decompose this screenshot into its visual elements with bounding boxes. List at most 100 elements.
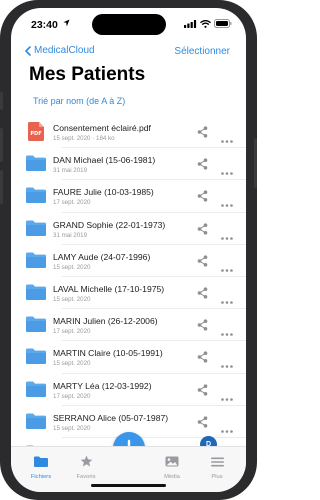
folder-icon-wrap: [26, 348, 46, 369]
share-button[interactable]: [197, 383, 208, 401]
item-meta: 31 mai 2019: [53, 231, 88, 239]
folder-icon: [26, 284, 46, 300]
file-list: PDF Consentement éclairé.pdf 15 sept. 2020…: [11, 116, 246, 471]
folder-icon-wrap: [26, 316, 46, 337]
menu-icon: [210, 457, 224, 467]
share-icon: [197, 190, 208, 202]
share-icon: [197, 287, 208, 299]
share-button[interactable]: [197, 189, 208, 207]
share-icon: [197, 158, 208, 170]
folder-icon: [26, 316, 46, 333]
item-name: LAMY Aude (24-07-1996): [53, 251, 151, 262]
folder-icon-wrap: [26, 155, 46, 176]
more-button[interactable]: [221, 355, 233, 373]
more-dots-icon: [221, 333, 233, 336]
tab-favorites[interactable]: Favoris: [66, 454, 106, 480]
share-icon: [197, 126, 208, 138]
item-meta: 17 sept. 2020: [53, 328, 91, 336]
share-button[interactable]: [197, 286, 208, 304]
folder-icon-wrap: [26, 252, 46, 273]
folder-row[interactable]: MARIN Julien (26-12-2006) 17 sept. 2020: [11, 309, 246, 342]
volume-down-button: [0, 170, 3, 204]
dynamic-island: [92, 14, 166, 35]
folder-row[interactable]: FAURE Julie (10-03-1985) 17 sept. 2020: [11, 180, 246, 213]
folder-icon: [26, 252, 46, 268]
power-button: [254, 138, 257, 188]
folder-row[interactable]: LAVAL Michelle (17-10-1975) 15 sept. 2020: [11, 277, 246, 310]
more-dots-icon: [221, 140, 233, 143]
tab-more[interactable]: Plus: [197, 454, 237, 480]
more-dots-icon: [221, 204, 233, 208]
folder-row[interactable]: MARTIN Claire (10-05-1991) 15 sept. 2020: [11, 341, 246, 374]
folder-row[interactable]: LAMY Aude (24-07-1996) 15 sept. 2020: [11, 245, 246, 277]
share-icon: [197, 416, 208, 428]
share-button[interactable]: [197, 415, 208, 433]
location-arrow-icon: [63, 19, 70, 27]
tab-files[interactable]: Fichiers: [21, 454, 61, 480]
chevron-left-icon: [25, 45, 31, 56]
share-button[interactable]: [197, 157, 208, 175]
wifi-icon: [200, 19, 211, 28]
more-button[interactable]: [221, 420, 233, 438]
more-button[interactable]: [221, 227, 233, 245]
more-dots-icon: [221, 429, 233, 433]
item-meta: 15 sept. 2020: [53, 263, 91, 271]
folder-icon: [26, 381, 46, 397]
item-name: GRAND Sophie (22-01-1973): [53, 219, 166, 230]
folder-icon: [34, 456, 48, 467]
more-button[interactable]: [221, 388, 233, 406]
share-button[interactable]: [197, 318, 208, 336]
status-time: 23:40: [31, 19, 58, 31]
item-name: SERRANO Alice (05-07-1987): [53, 412, 169, 423]
pdf-file-icon: PDF: [28, 122, 44, 141]
home-indicator: [91, 484, 166, 487]
tab-label: Favoris: [76, 474, 96, 480]
item-meta: 31 mai 2019: [53, 167, 88, 175]
tab-label: Fichiers: [30, 474, 52, 480]
folder-icon: [26, 413, 46, 429]
file-row[interactable]: PDF Consentement éclairé.pdf 15 sept. 2020…: [11, 116, 246, 149]
folder-row[interactable]: GRAND Sophie (22-01-1973) 31 mai 2019: [11, 213, 246, 245]
share-button[interactable]: [197, 254, 208, 272]
folder-icon-wrap: [26, 220, 46, 241]
tab-media[interactable]: Média: [152, 454, 192, 480]
signal-icon: [184, 19, 197, 28]
battery-icon: [214, 19, 232, 28]
item-name: MARTIN Claire (10-05-1991): [53, 348, 163, 359]
item-name: MARTY Léa (12-03-1992): [53, 380, 152, 391]
volume-up-button: [0, 128, 3, 162]
share-icon: [197, 383, 208, 396]
photo-icon: [165, 456, 179, 467]
item-name: FAURE Julie (10-03-1985): [53, 187, 154, 198]
folder-icon-wrap: [26, 413, 46, 434]
phone-frame: 23:40 MedicalCloud Sélectionner Mes Pati…: [0, 0, 257, 500]
tab-label: Média: [164, 474, 180, 480]
tab-label: Plus: [211, 474, 223, 480]
share-button[interactable]: [197, 350, 208, 368]
share-button[interactable]: [197, 125, 208, 143]
folder-row[interactable]: DAN Michael (15-06-1981) 31 mai 2019: [11, 148, 246, 181]
more-button[interactable]: [221, 259, 233, 277]
select-button[interactable]: Sélectionner: [174, 46, 230, 57]
screen: 23:40 MedicalCloud Sélectionner Mes Pati…: [11, 8, 246, 492]
share-button[interactable]: [197, 222, 208, 240]
more-button[interactable]: [221, 130, 233, 148]
folder-icon: [26, 187, 46, 204]
mute-switch: [0, 92, 3, 110]
more-button[interactable]: [221, 291, 233, 309]
more-dots-icon: [221, 172, 233, 175]
more-button[interactable]: [221, 323, 233, 341]
item-name: DAN Michael (15-06-1981): [53, 155, 156, 166]
back-button[interactable]: MedicalCloud: [25, 45, 95, 56]
sort-order-link[interactable]: Trié par nom (de A à Z): [33, 96, 125, 106]
more-button[interactable]: [221, 162, 233, 180]
item-name: MARIN Julien (26-12-2006): [53, 316, 158, 327]
more-dots-icon: [221, 397, 233, 401]
folder-icon-wrap: [26, 187, 46, 208]
folder-icon-wrap: [26, 284, 46, 305]
folder-icon: [26, 155, 46, 172]
item-name: LAVAL Michelle (17-10-1975): [53, 283, 165, 294]
pdf-icon-wrap: PDF: [28, 122, 44, 146]
folder-row[interactable]: MARTY Léa (12-03-1992) 17 sept. 2020: [11, 374, 246, 406]
more-button[interactable]: [221, 194, 233, 212]
